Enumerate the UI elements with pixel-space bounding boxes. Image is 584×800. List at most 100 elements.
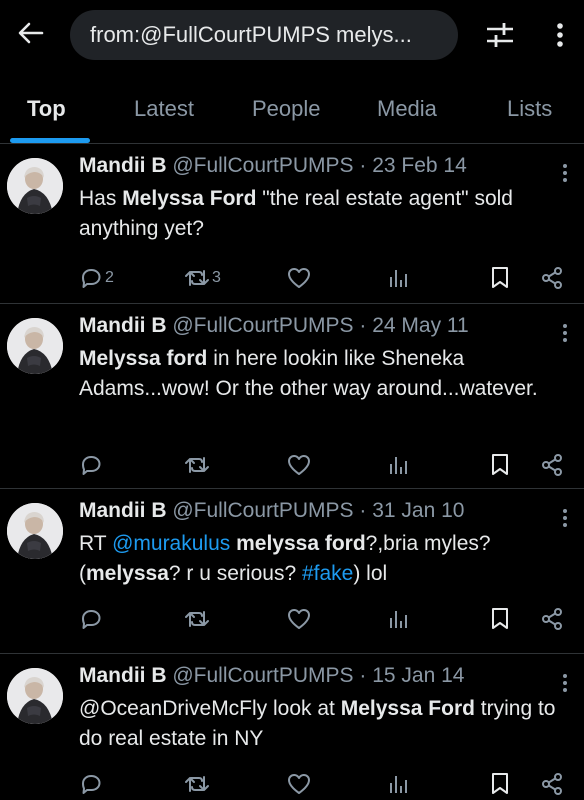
search-filter-button[interactable] — [482, 18, 518, 52]
separator: · — [359, 154, 367, 177]
avatar-photo — [7, 318, 63, 374]
bar-chart-icon — [390, 270, 407, 287]
separator: · — [359, 499, 367, 522]
reply-button[interactable] — [79, 768, 105, 800]
bookmark-icon — [492, 608, 508, 629]
tweet-actions — [0, 449, 584, 481]
bar-chart-icon — [390, 776, 407, 793]
tweet-link[interactable]: @murakulus — [112, 532, 230, 555]
share-button[interactable] — [540, 768, 564, 800]
avatar-photo — [7, 668, 63, 724]
tweet-actions — [0, 768, 584, 800]
more-vertical-icon — [563, 674, 567, 692]
share-button[interactable] — [540, 449, 564, 481]
heart-icon — [288, 774, 310, 794]
speech-bubble-icon — [82, 610, 101, 629]
avatar[interactable] — [7, 318, 63, 374]
views-button[interactable] — [387, 449, 409, 481]
tab-media[interactable]: Media — [377, 96, 437, 122]
like-button[interactable] — [287, 262, 311, 294]
tweet-header: Mandii B @FullCourtPUMPS · 15 Jan 14 — [79, 664, 464, 688]
separator: · — [359, 314, 367, 337]
retweet-button[interactable] — [184, 768, 212, 800]
avatar[interactable] — [7, 668, 63, 724]
bar-chart-icon — [390, 611, 407, 628]
avatar[interactable] — [7, 158, 63, 214]
share-button[interactable] — [540, 603, 564, 635]
tweet[interactable]: Mandii B @FullCourtPUMPS · 23 Feb 14 Has… — [0, 146, 584, 304]
tweet-more-button[interactable] — [557, 320, 573, 346]
retweet-button[interactable]: 3 — [184, 262, 221, 294]
tweet-text-segment: @OceanDriveMcFly look at — [79, 697, 341, 720]
tab-people[interactable]: People — [252, 96, 321, 122]
bookmark-button[interactable] — [490, 449, 510, 481]
author-name[interactable]: Mandii B — [79, 154, 167, 177]
retweet-button[interactable] — [184, 603, 212, 635]
retweet-icon — [185, 457, 209, 473]
tab-top[interactable]: Top — [27, 96, 66, 122]
tab-lists[interactable]: Lists — [507, 96, 552, 122]
tweet-text-segment: ) lol — [353, 562, 388, 585]
back-button[interactable] — [14, 16, 48, 50]
author-name[interactable]: Mandii B — [79, 499, 167, 522]
author-handle[interactable]: @FullCourtPUMPS — [172, 664, 353, 687]
search-input[interactable]: from:@FullCourtPUMPS melys... — [70, 10, 458, 60]
bookmark-icon — [492, 773, 508, 794]
author-handle[interactable]: @FullCourtPUMPS — [172, 154, 353, 177]
tab-latest[interactable]: Latest — [134, 96, 194, 122]
retweet-icon — [185, 776, 209, 792]
tweet-text-segment: Has — [79, 187, 123, 210]
tweet-header: Mandii B @FullCourtPUMPS · 24 May 11 — [79, 314, 469, 338]
author-handle[interactable]: @FullCourtPUMPS — [172, 499, 353, 522]
retweet-button[interactable] — [184, 449, 212, 481]
tweet[interactable]: Mandii B @FullCourtPUMPS · 31 Jan 10 RT … — [0, 491, 584, 654]
tweet-more-button[interactable] — [557, 160, 573, 186]
tweet-more-button[interactable] — [557, 670, 573, 696]
views-button[interactable] — [387, 262, 409, 294]
highlighted-term: melyssa ford — [236, 532, 366, 555]
author-name[interactable]: Mandii B — [79, 664, 167, 687]
retweet-icon — [185, 611, 209, 627]
tweet-text: Melyssa ford in here lookin like Sheneka… — [79, 344, 569, 404]
tweet[interactable]: Mandii B @FullCourtPUMPS · 15 Jan 14 @Oc… — [0, 656, 584, 800]
reply-count: 2 — [105, 269, 114, 286]
search-query-text: from:@FullCourtPUMPS melys... — [90, 22, 412, 47]
reply-button[interactable]: 2 — [79, 262, 114, 294]
tweet-more-button[interactable] — [557, 505, 573, 531]
bookmark-button[interactable] — [490, 603, 510, 635]
author-handle[interactable]: @FullCourtPUMPS — [172, 314, 353, 337]
reply-button[interactable] — [79, 449, 105, 481]
tweet[interactable]: Mandii B @FullCourtPUMPS · 24 May 11 Mel… — [0, 306, 584, 489]
bookmark-button[interactable] — [490, 262, 510, 294]
speech-bubble-icon — [82, 775, 101, 794]
tweet-header: Mandii B @FullCourtPUMPS · 31 Jan 10 — [79, 499, 464, 523]
tweet-text: Has Melyssa Ford "the real estate agent"… — [79, 184, 569, 244]
tweet-date[interactable]: 31 Jan 10 — [372, 499, 464, 522]
reply-button[interactable] — [79, 603, 105, 635]
share-icon — [542, 773, 562, 795]
heart-icon — [288, 609, 310, 629]
share-icon — [542, 454, 562, 476]
tweet-date[interactable]: 23 Feb 14 — [372, 154, 467, 177]
tweet-link[interactable]: #fake — [302, 562, 353, 585]
views-button[interactable] — [387, 603, 409, 635]
like-button[interactable] — [287, 768, 311, 800]
more-vertical-icon — [557, 23, 563, 47]
bookmark-icon — [492, 454, 508, 475]
more-options-button[interactable] — [548, 18, 572, 52]
like-button[interactable] — [287, 449, 311, 481]
bookmark-icon — [492, 267, 508, 288]
more-vertical-icon — [563, 509, 567, 527]
share-button[interactable] — [540, 262, 564, 294]
speech-bubble-icon — [82, 269, 101, 288]
views-button[interactable] — [387, 768, 409, 800]
like-button[interactable] — [287, 603, 311, 635]
bookmark-button[interactable] — [490, 768, 510, 800]
heart-icon — [288, 455, 310, 475]
tweet-text-segment: RT — [79, 532, 113, 555]
avatar[interactable] — [7, 503, 63, 559]
author-name[interactable]: Mandii B — [79, 314, 167, 337]
tweet-date[interactable]: 15 Jan 14 — [372, 664, 464, 687]
tweet-date[interactable]: 24 May 11 — [372, 314, 469, 337]
heart-icon — [288, 268, 310, 288]
